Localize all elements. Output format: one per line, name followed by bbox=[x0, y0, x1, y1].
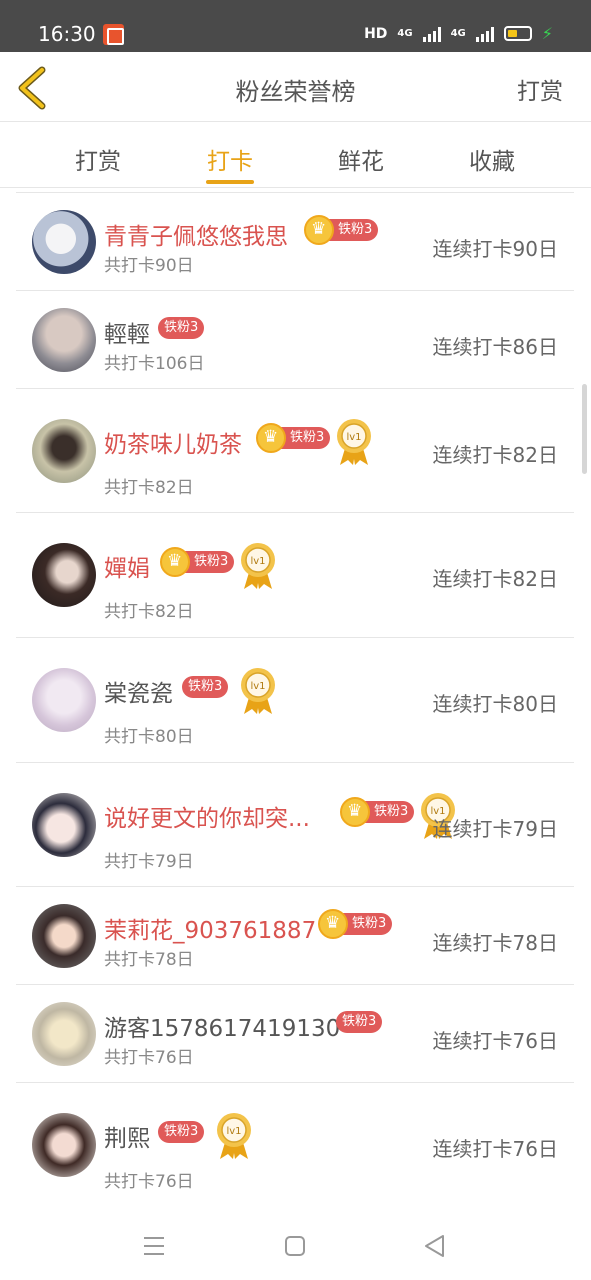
list-item[interactable]: 荆熙 铁粉3 lv1 共打卡76日 连续打卡76日 bbox=[16, 1083, 574, 1207]
scrollbar[interactable] bbox=[582, 384, 587, 474]
streak-days: 连续打卡82日 bbox=[432, 443, 558, 467]
fan-level-badge: 铁粉3 bbox=[158, 317, 205, 339]
tab-checkin[interactable]: 打卡 bbox=[190, 142, 270, 184]
fan-badge: 铁粉3 bbox=[160, 547, 235, 577]
home-icon[interactable] bbox=[281, 1232, 309, 1260]
user-name[interactable]: 茉莉花_903761887 bbox=[104, 911, 316, 945]
crown-icon bbox=[160, 547, 190, 577]
network-label-2: 4G bbox=[450, 28, 466, 39]
status-time: 16:30 bbox=[38, 22, 96, 46]
signal-icon bbox=[422, 26, 441, 42]
top-bar: 粉丝荣誉榜 打赏 bbox=[0, 52, 591, 122]
crown-icon bbox=[256, 423, 286, 453]
crown-icon bbox=[318, 909, 348, 939]
crown-icon bbox=[340, 797, 370, 827]
total-checkins: 共打卡76日 bbox=[104, 1172, 194, 1192]
medal-label: lv1 bbox=[250, 556, 265, 567]
total-checkins: 共打卡90日 bbox=[104, 256, 194, 276]
tab-flowers[interactable]: 鲜花 bbox=[321, 142, 401, 176]
fan-badge: 铁粉3 bbox=[336, 1009, 383, 1035]
list-item[interactable]: 青青子佩悠悠我思 铁粉3 共打卡90日 连续打卡90日 bbox=[16, 193, 574, 291]
fan-level-badge: 铁粉3 bbox=[182, 676, 229, 698]
hd-label: HD bbox=[364, 25, 388, 42]
battery-icon bbox=[503, 26, 532, 41]
avatar[interactable] bbox=[32, 793, 96, 857]
total-checkins: 共打卡82日 bbox=[104, 602, 194, 622]
user-name[interactable]: 说好更文的你却突... bbox=[104, 799, 310, 833]
list-item[interactable]: 游客1578617419130 铁粉3 共打卡76日 连续打卡76日 bbox=[16, 985, 574, 1083]
fan-badge: 铁粉3 bbox=[256, 423, 331, 453]
streak-days: 连续打卡82日 bbox=[432, 567, 558, 591]
user-name[interactable]: 荆熙 bbox=[104, 1119, 150, 1153]
network-label-1: 4G bbox=[397, 28, 413, 39]
ranking-list: 青青子佩悠悠我思 铁粉3 共打卡90日 连续打卡90日 輕輕 铁粉3 共打卡10… bbox=[16, 192, 574, 1207]
fan-badge: 铁粉3 bbox=[158, 315, 205, 341]
tab-favorites[interactable]: 收藏 bbox=[452, 142, 532, 176]
status-icons: HD 4G 4G ⚡ bbox=[364, 24, 553, 43]
fan-badge: 铁粉3 bbox=[340, 797, 415, 827]
medal-label: lv1 bbox=[226, 1126, 241, 1137]
user-name[interactable]: 棠瓷瓷 bbox=[104, 674, 173, 708]
fan-level-badge: 铁粉3 bbox=[158, 1121, 205, 1143]
app-notification-icon bbox=[103, 24, 124, 45]
total-checkins: 共打卡76日 bbox=[104, 1048, 194, 1068]
user-name[interactable]: 輕輕 bbox=[104, 315, 150, 349]
avatar[interactable] bbox=[32, 210, 96, 274]
streak-days: 连续打卡80日 bbox=[432, 692, 558, 716]
streak-days: 连续打卡86日 bbox=[432, 335, 558, 359]
medal-label: lv1 bbox=[346, 432, 361, 443]
streak-days: 连续打卡78日 bbox=[432, 931, 558, 955]
list-item[interactable]: 说好更文的你却突... 铁粉3 lv1 共打卡79日 连续打卡79日 bbox=[16, 763, 574, 887]
level-medal-icon: lv1 bbox=[241, 543, 275, 589]
total-checkins: 共打卡80日 bbox=[104, 727, 194, 747]
list-item[interactable]: 輕輕 铁粉3 共打卡106日 连续打卡86日 bbox=[16, 291, 574, 389]
user-name[interactable]: 青青子佩悠悠我思 bbox=[104, 217, 288, 251]
avatar[interactable] bbox=[32, 668, 96, 732]
list-item[interactable]: 茉莉花_903761887 铁粉3 共打卡78日 连续打卡78日 bbox=[16, 887, 574, 985]
streak-days: 连续打卡90日 bbox=[432, 237, 558, 261]
fan-level-badge: 铁粉3 bbox=[336, 1011, 383, 1033]
avatar[interactable] bbox=[32, 904, 96, 968]
total-checkins: 共打卡78日 bbox=[104, 950, 194, 970]
avatar[interactable] bbox=[32, 419, 96, 483]
list-item[interactable]: 棠瓷瓷 铁粉3 lv1 共打卡80日 连续打卡80日 bbox=[16, 638, 574, 763]
user-name[interactable]: 游客1578617419130 bbox=[104, 1009, 340, 1043]
menu-icon[interactable] bbox=[140, 1232, 168, 1260]
user-name[interactable]: 嬋娟 bbox=[104, 549, 150, 583]
avatar[interactable] bbox=[32, 543, 96, 607]
crown-icon bbox=[304, 215, 334, 245]
tab-bar: 打赏 打卡 鲜花 收藏 bbox=[0, 122, 591, 188]
page-title: 粉丝荣誉榜 bbox=[235, 78, 356, 106]
level-medal-icon: lv1 bbox=[217, 1113, 251, 1159]
status-bar: 16:30 HD 4G 4G ⚡ bbox=[0, 0, 591, 52]
medal-label: lv1 bbox=[250, 681, 265, 692]
back-icon[interactable] bbox=[421, 1232, 449, 1260]
signal-icon-2 bbox=[475, 26, 494, 42]
streak-days: 连续打卡76日 bbox=[432, 1029, 558, 1053]
streak-days: 连续打卡79日 bbox=[432, 817, 558, 841]
list-item[interactable]: 嬋娟 铁粉3 lv1 共打卡82日 连续打卡82日 bbox=[16, 513, 574, 638]
avatar[interactable] bbox=[32, 308, 96, 372]
total-checkins: 共打卡79日 bbox=[104, 852, 194, 872]
fan-badge: 铁粉3 bbox=[318, 909, 393, 939]
list-item[interactable]: 奶茶味儿奶茶 铁粉3 lv1 共打卡82日 连续打卡82日 bbox=[16, 389, 574, 513]
system-nav-bar bbox=[0, 1210, 591, 1280]
user-name[interactable]: 奶茶味儿奶茶 bbox=[104, 425, 242, 459]
charging-icon: ⚡ bbox=[541, 24, 553, 43]
fan-badge: 铁粉3 bbox=[182, 674, 229, 700]
avatar[interactable] bbox=[32, 1002, 96, 1066]
level-medal-icon: lv1 bbox=[337, 419, 371, 465]
avatar[interactable] bbox=[32, 1113, 96, 1177]
total-checkins: 共打卡106日 bbox=[104, 354, 205, 374]
tab-reward[interactable]: 打赏 bbox=[58, 142, 138, 176]
fan-badge: 铁粉3 bbox=[158, 1119, 205, 1145]
level-medal-icon: lv1 bbox=[241, 668, 275, 714]
total-checkins: 共打卡82日 bbox=[104, 478, 194, 498]
streak-days: 连续打卡76日 bbox=[432, 1137, 558, 1161]
fan-badge: 铁粉3 bbox=[304, 215, 379, 245]
reward-button[interactable]: 打赏 bbox=[517, 72, 563, 106]
